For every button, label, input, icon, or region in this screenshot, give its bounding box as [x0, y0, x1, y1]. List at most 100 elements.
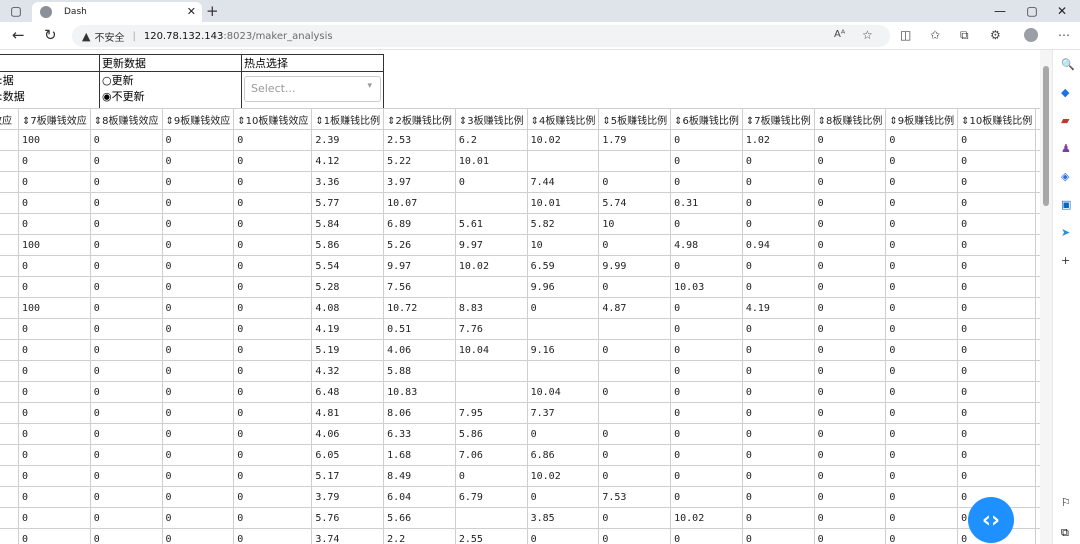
column-header[interactable]: ⇕1板赚钱比例 — [311, 108, 385, 130]
table-cell: 0 — [161, 129, 235, 151]
table-cell: 0 — [813, 507, 887, 529]
column-header[interactable]: ⇕9板赚钱比例 — [885, 108, 959, 130]
copilot-icon[interactable]: ◈ — [1061, 170, 1069, 183]
table-cell: 10 — [526, 234, 600, 256]
column-header[interactable]: ⇕4板赚钱比例 — [526, 108, 600, 130]
table-cell: 5.19 — [311, 339, 385, 361]
reload-icon[interactable]: ↻ — [44, 26, 57, 44]
table-cell: 0 — [89, 318, 163, 340]
add-sidebar-icon[interactable]: + — [1061, 254, 1070, 267]
table-cell: 1.02 — [741, 129, 815, 151]
table-cell — [0, 276, 19, 298]
minimize-icon[interactable]: — — [990, 0, 1010, 22]
browser-tab[interactable]: Dash ✕ — [32, 2, 202, 22]
maximize-icon[interactable]: ▢ — [1022, 0, 1042, 22]
column-header[interactable]: ⇕3板赚钱比例 — [454, 108, 528, 130]
table-cell: 0 — [18, 402, 91, 424]
column-header[interactable]: ⇕7板赚钱效应 — [18, 108, 91, 130]
close-window-icon[interactable]: ✕ — [1052, 0, 1072, 22]
table-cell: 0 — [233, 276, 313, 298]
table-cell: 0 — [18, 465, 91, 487]
column-header[interactable]: ⇕5板赚钱比例 — [598, 108, 672, 130]
column-header[interactable]: ⇕8板赚钱效应 — [89, 108, 163, 130]
url-separator: | — [132, 30, 136, 42]
column-header[interactable]: ⇕8板赚钱比例 — [813, 108, 887, 130]
close-tab-icon[interactable]: ✕ — [187, 5, 196, 18]
table-cell: 0 — [813, 297, 887, 319]
column-header[interactable]: ⇕10板赚钱效应 — [233, 108, 313, 130]
table-row: 00003.796.046.7907.53000002023-06-28 — [0, 486, 1040, 508]
table-cell: 0 — [233, 486, 313, 508]
games-icon[interactable]: ♟ — [1061, 142, 1071, 155]
table-cell: 9.99 — [598, 255, 672, 277]
table-cell — [454, 507, 528, 529]
table-cell: 0 — [885, 255, 959, 277]
code-nav-icon[interactable]: ‹› — [968, 497, 1014, 543]
hotspot-select[interactable]: Select... ▾ — [244, 76, 381, 102]
new-tab-icon[interactable]: + — [206, 2, 219, 20]
radio-update[interactable]: ○更新 — [102, 72, 239, 88]
scrollbar-thumb[interactable] — [1043, 66, 1049, 206]
table-cell — [0, 129, 19, 151]
send-icon[interactable]: ➤ — [1061, 226, 1070, 239]
table-cell: 3.97 — [383, 171, 456, 193]
table-cell: 0 — [18, 276, 91, 298]
table-cell: 10.04 — [526, 381, 600, 403]
profile-avatar[interactable] — [1024, 28, 1038, 42]
table-cell — [0, 339, 19, 361]
table-cell: 0 — [233, 444, 313, 466]
table-cell: 0 — [89, 486, 163, 508]
table-cell: 0 — [957, 234, 1037, 256]
table-cell: 0 — [813, 129, 887, 151]
table-cell: 0 — [741, 192, 815, 214]
table-cell: 3.74 — [311, 528, 385, 544]
search-icon[interactable]: 🔍 — [1061, 58, 1075, 71]
column-header[interactable]: ⇕9板赚钱效应 — [161, 108, 235, 130]
column-header[interactable]: ⇕7板赚钱比例 — [741, 108, 815, 130]
table-cell: 0 — [885, 129, 959, 151]
column-header[interactable]: ⇕6板赚钱比例 — [670, 108, 743, 130]
url-bar[interactable]: ▲ 不安全 | 120.78.132.143 :8023/maker_analy… — [72, 25, 890, 47]
split-screen-icon[interactable]: ◫ — [900, 28, 911, 42]
window-menu-icon[interactable]: ▢ — [8, 0, 24, 22]
table-cell: 0 — [89, 276, 163, 298]
table-cell: 0 — [89, 507, 163, 529]
column-header[interactable]: ⇕2板赚钱比例 — [383, 108, 456, 130]
collections-icon[interactable]: ⧉ — [960, 28, 969, 43]
read-aloud-icon[interactable]: Aᴬ — [834, 29, 845, 40]
table-cell: 0 — [598, 276, 672, 298]
table-cell: 10.07 — [383, 192, 456, 214]
table-cell: 0 — [957, 402, 1037, 424]
extensions-icon[interactable]: ⚙ — [990, 28, 1001, 42]
radio-no-update[interactable]: ◉不更新 — [102, 88, 239, 104]
column-header[interactable]: 效应 — [0, 108, 19, 130]
vertical-scrollbar[interactable] — [1040, 50, 1052, 544]
outlook-icon[interactable]: ▣ — [1061, 198, 1071, 211]
table-cell: 0 — [741, 360, 815, 382]
more-menu-icon[interactable]: ⋯ — [1058, 28, 1070, 42]
column-header[interactable]: ⇕10板赚钱比例 — [957, 108, 1037, 130]
table-cell: 0 — [885, 381, 959, 403]
table-cell: 4.08 — [311, 297, 385, 319]
table-cell: 0 — [161, 297, 235, 319]
open-external-icon[interactable]: ⧉ — [1061, 526, 1069, 540]
table-cell: 7.37 — [526, 402, 600, 424]
table-cell: 5.82 — [526, 213, 600, 235]
table-cell: 0 — [885, 150, 959, 172]
table-cell: 0 — [89, 339, 163, 361]
table-cell: 3.79 — [311, 486, 385, 508]
table-cell: 0 — [89, 171, 163, 193]
url-host: 120.78.132.143 — [143, 30, 224, 42]
table-cell: 100 — [18, 129, 91, 151]
favorites-icon[interactable]: ✩ — [930, 28, 940, 42]
toolbox-icon[interactable]: ▰ — [1061, 114, 1069, 127]
favorite-star-icon[interactable]: ☆ — [862, 28, 873, 42]
back-icon[interactable]: ← — [12, 26, 25, 44]
table-cell: 0 — [89, 465, 163, 487]
table-cell: 5.84 — [311, 213, 385, 235]
feedback-icon[interactable]: ⚐ — [1061, 496, 1071, 509]
table-cell: 0 — [89, 129, 163, 151]
tag-icon[interactable]: ◆ — [1061, 86, 1069, 99]
table-row: 1000002.392.536.210.021.7901.020002023-0… — [0, 129, 1040, 151]
table-cell: 5.76 — [311, 507, 385, 529]
